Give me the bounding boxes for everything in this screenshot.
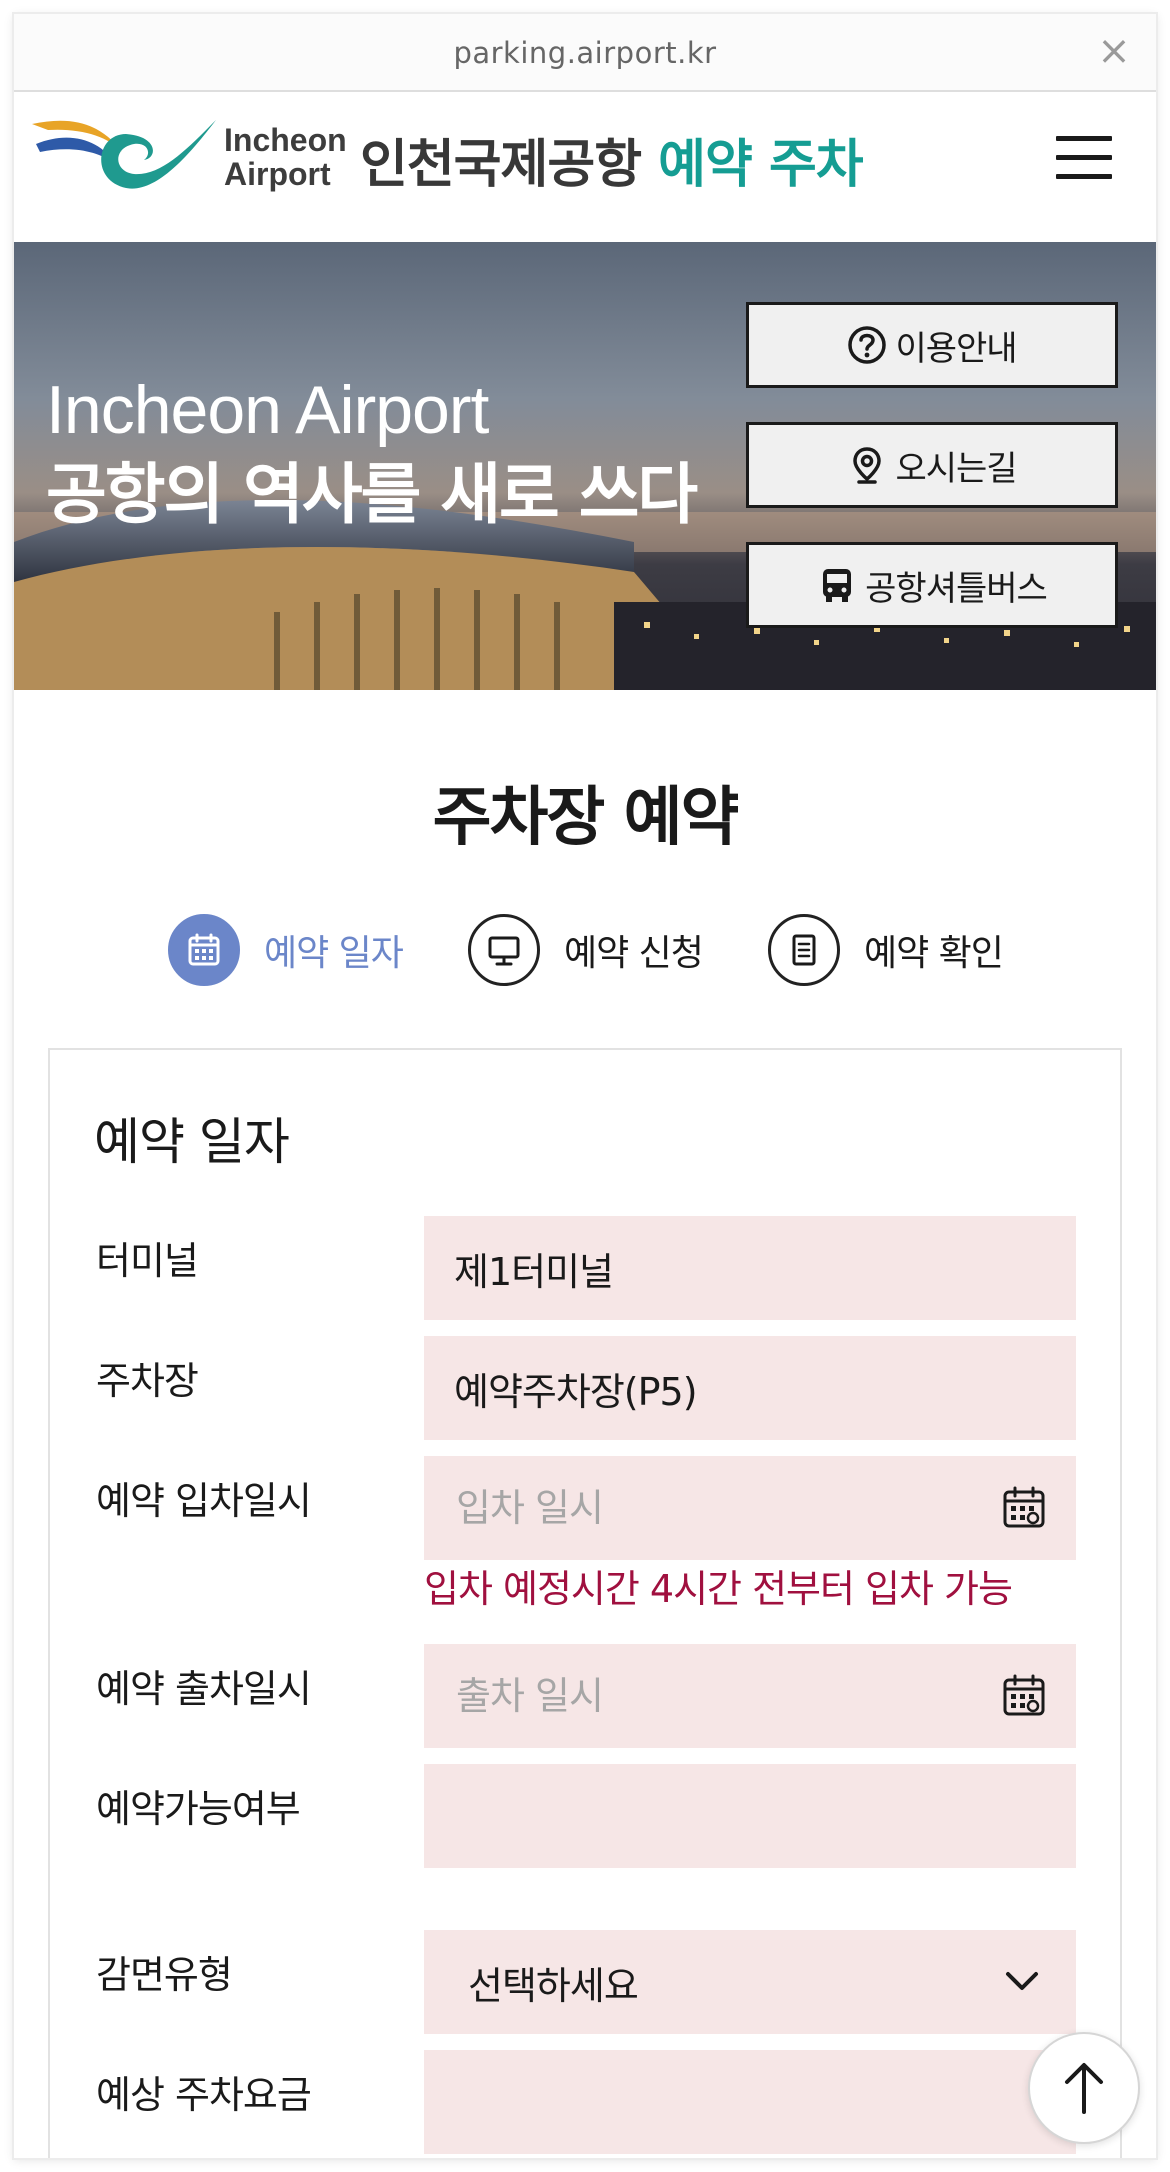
hero-title-ko: 공항의 역사를 새로 쓰다 — [46, 456, 698, 533]
incheon-airport-logo[interactable]: Incheon Airport — [30, 112, 350, 202]
menu-icon-bar — [1056, 174, 1112, 179]
logo-text-line2: Airport — [224, 156, 331, 192]
site-header: Incheon Airport 인천국제공항 예약 주차 — [14, 92, 1156, 256]
hero-text: Incheon Airport 공항의 역사를 새로 쓰다 — [46, 370, 698, 538]
estimated-fee-label: 예상 주차요금 — [96, 2073, 312, 2117]
reservation-steps: 예약 일자 예약 신청 예약 확인 — [14, 910, 1156, 990]
terminal-label: 터미널 — [96, 1239, 199, 1283]
availability-label: 예약가능여부 — [96, 1787, 301, 1831]
bus-icon — [817, 565, 857, 605]
site-title: 인천국제공항 예약 주차 — [360, 122, 864, 197]
hero-title-en: Incheon Airport — [46, 372, 489, 448]
directions-label: 오시는길 — [895, 448, 1017, 489]
usage-guide-label: 이용안내 — [895, 328, 1017, 369]
browser-frame: parking.airport.kr × Incheon Airport 인천국… — [14, 14, 1156, 2158]
url-bar[interactable]: parking.airport.kr × — [14, 14, 1156, 92]
step-label: 예약 신청 — [564, 933, 704, 974]
menu-icon-bar — [1056, 155, 1112, 160]
directions-button[interactable]: 오시는길 — [746, 422, 1118, 508]
usage-guide-button[interactable]: 이용안내 — [746, 302, 1118, 388]
parking-lot-value: 예약주차장(P5) — [454, 1369, 698, 1414]
step-label: 예약 일자 — [264, 933, 404, 974]
page-title: 주차장 예약 — [432, 781, 740, 855]
logo-text-line1: Incheon — [224, 122, 347, 158]
exit-datetime-label: 예약 출차일시 — [96, 1667, 312, 1711]
step-reservation-date[interactable]: 예약 일자 — [168, 910, 404, 990]
exit-datetime-field[interactable] — [424, 1644, 1076, 1748]
step-reservation-confirm[interactable]: 예약 확인 — [768, 910, 1004, 990]
calendar-icon[interactable] — [1000, 1672, 1048, 1729]
form-title: 예약 일자 — [94, 1113, 290, 1171]
exit-datetime-input[interactable] — [454, 1673, 978, 1719]
entry-datetime-field[interactable] — [424, 1456, 1076, 1560]
parking-lot-label: 주차장 — [96, 1359, 199, 1403]
url-text: parking.airport.kr — [453, 36, 717, 70]
entry-datetime-input[interactable] — [454, 1485, 978, 1531]
menu-icon[interactable] — [1056, 136, 1112, 180]
document-icon — [768, 914, 840, 986]
hero-banner: Incheon Airport 공항의 역사를 새로 쓰다 이용안내 오시는길 … — [14, 242, 1156, 690]
discount-type-label: 감면유형 — [96, 1953, 233, 1997]
shuttle-bus-label: 공항셔틀버스 — [865, 568, 1048, 609]
close-icon[interactable]: × — [1094, 28, 1134, 74]
discount-type-select[interactable]: 선택하세요 — [424, 1930, 1076, 2034]
step-label: 예약 확인 — [864, 933, 1004, 974]
chevron-down-icon — [1002, 1964, 1042, 2009]
reservation-date-form: 예약 일자 터미널 제1터미널 주차장 예약주차장(P5) 예약 입차일시 입차… — [48, 1048, 1122, 2158]
calendar-icon[interactable] — [1000, 1484, 1048, 1541]
menu-icon-bar — [1056, 136, 1112, 141]
estimated-fee-field — [424, 2050, 1076, 2154]
question-circle-icon — [847, 325, 887, 365]
site-title-main: 인천국제공항 — [360, 135, 642, 195]
terminal-field[interactable]: 제1터미널 — [424, 1216, 1076, 1320]
availability-field — [424, 1764, 1076, 1868]
discount-type-selected: 선택하세요 — [468, 1963, 639, 2008]
calendar-icon — [168, 914, 240, 986]
arrow-up-icon — [1065, 2063, 1103, 2114]
logo-emblem-icon — [32, 120, 216, 189]
map-pin-icon — [847, 445, 887, 485]
terminal-value: 제1터미널 — [454, 1249, 614, 1294]
entry-datetime-label: 예약 입차일시 — [96, 1479, 312, 1523]
step-reservation-apply[interactable]: 예약 신청 — [468, 910, 704, 990]
monitor-icon — [468, 914, 540, 986]
shuttle-bus-button[interactable]: 공항셔틀버스 — [746, 542, 1118, 628]
entry-notice: 입차 예정시간 4시간 전부터 입차 가능 — [424, 1567, 1013, 1611]
site-title-accent: 예약 주차 — [658, 135, 863, 195]
parking-lot-field[interactable]: 예약주차장(P5) — [424, 1336, 1076, 1440]
scroll-to-top-button[interactable] — [1028, 2032, 1140, 2144]
